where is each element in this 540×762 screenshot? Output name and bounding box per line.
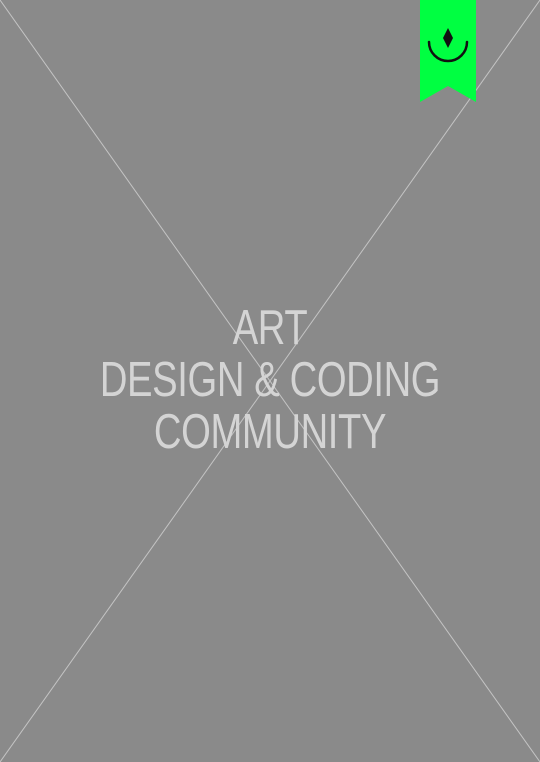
title-line-art: ART — [232, 301, 308, 355]
bookmark-smile-icon[interactable] — [420, 0, 476, 102]
placeholder-image: ART DESIGN & CODING COMMUNITY — [0, 0, 540, 762]
placeholder-title: ART DESIGN & CODING COMMUNITY — [59, 302, 480, 458]
title-line-design-coding: DESIGN & CODING — [99, 353, 441, 407]
title-line-community: COMMUNITY — [153, 405, 387, 459]
